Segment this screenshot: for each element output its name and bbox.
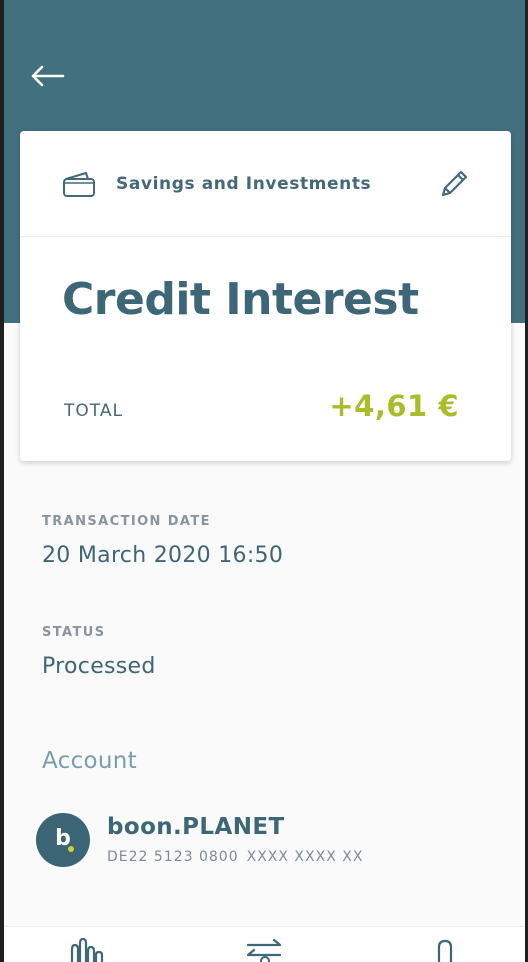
nav-item-places[interactable] [426,937,466,962]
total-label: TOTAL [64,401,123,421]
transaction-title: Credit Interest [62,274,419,325]
wallet-icon [62,168,98,200]
account-section-title: Account [42,748,137,774]
device-frame-left [0,0,4,962]
avatar: b [36,813,90,867]
account-iban: DE22 5123 0800 XXXX XXXX XX [107,849,363,865]
bottom-nav [4,926,525,962]
back-button[interactable] [26,58,68,94]
account-item[interactable]: b boon.PLANET DE22 5123 0800 XXXX XXXX XX [36,812,496,872]
nav-item-transfers[interactable] [244,937,284,962]
transfer-icon [246,938,282,962]
transaction-date-value: 20 March 2020 16:50 [42,543,284,568]
account-name: boon.PLANET [107,814,285,840]
status-label: STATUS [42,625,106,640]
category-row[interactable]: Savings and Investments [20,131,511,237]
pencil-icon [441,170,468,197]
status-value: Processed [42,654,156,679]
transaction-date-label: TRANSACTION DATE [42,514,211,529]
arrow-left-icon [31,65,65,87]
transaction-card: Savings and Investments Credit Interest … [20,131,511,461]
iban-mask: XXXX XXXX XX [246,849,364,865]
location-pin-icon [437,939,453,962]
edit-button[interactable] [437,167,471,201]
avatar-dot-icon [68,846,74,852]
category-label: Savings and Investments [116,173,372,194]
total-amount: +4,61 € [329,389,459,423]
iban-prefix: DE22 5123 0800 [107,849,239,865]
nav-item-insights[interactable] [66,937,106,962]
bar-chart-icon [70,937,104,962]
